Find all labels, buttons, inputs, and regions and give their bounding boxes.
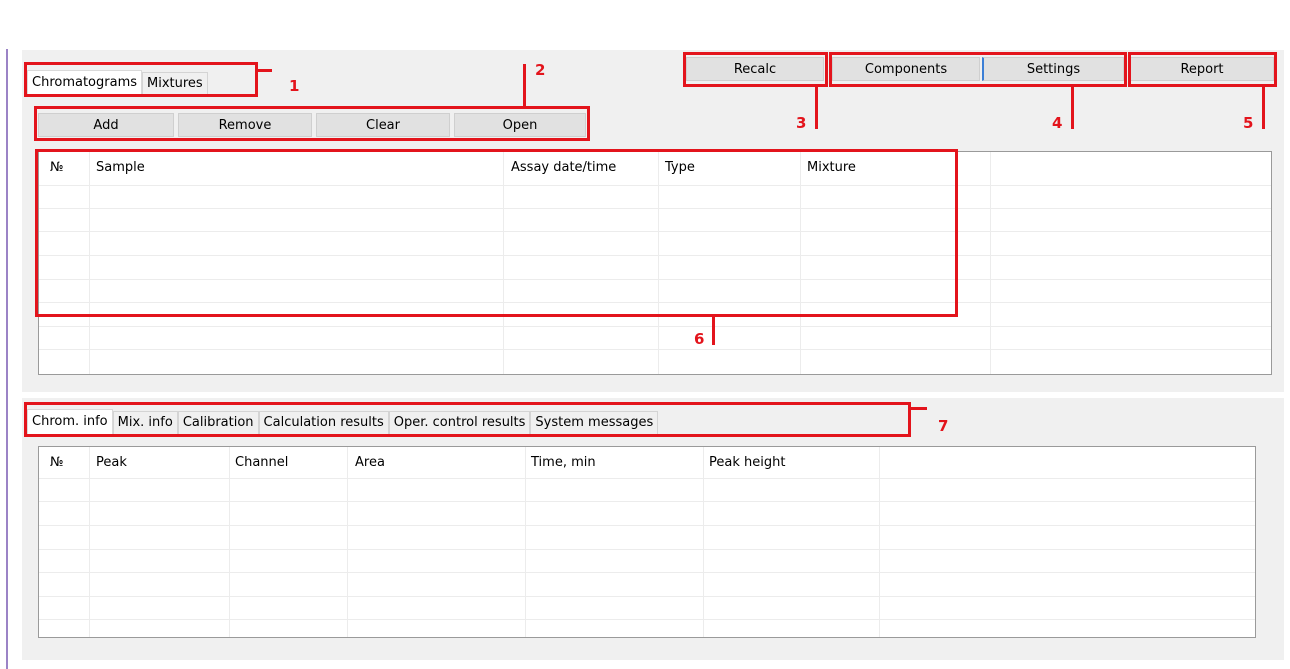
annotation-leader	[712, 317, 715, 345]
column-header-peak-height[interactable]: Peak height	[709, 455, 785, 470]
column-divider	[525, 447, 704, 637]
row-divider	[39, 572, 1255, 573]
annotation-label-1: 1	[289, 77, 300, 95]
annotation-leader	[1071, 87, 1074, 129]
column-header-number[interactable]: №	[50, 455, 64, 470]
row-divider	[39, 501, 1255, 502]
annotation-box-5	[1128, 52, 1277, 87]
row-divider	[39, 525, 1255, 526]
app-window: Chromatograms Mixtures Add Remove Clear …	[0, 0, 1290, 669]
annotation-box-6	[35, 149, 958, 317]
column-divider	[39, 447, 90, 637]
annotation-label-6: 6	[694, 330, 705, 348]
annotation-box-1	[24, 62, 258, 97]
column-divider	[89, 447, 230, 637]
row-divider	[39, 349, 1271, 350]
annotation-label-2: 2	[535, 61, 546, 79]
annotation-leader	[911, 407, 927, 410]
column-header-area[interactable]: Area	[355, 455, 385, 470]
column-header-channel[interactable]: Channel	[235, 455, 288, 470]
column-header-peak[interactable]: Peak	[96, 455, 127, 470]
annotation-box-3	[683, 52, 828, 87]
row-divider	[39, 596, 1255, 597]
annotation-label-7: 7	[938, 417, 949, 435]
annotation-label-4: 4	[1052, 114, 1063, 132]
column-divider	[229, 447, 348, 637]
row-divider	[39, 478, 1255, 479]
row-divider	[39, 549, 1255, 550]
column-divider	[347, 447, 526, 637]
annotation-leader	[258, 69, 272, 72]
annotation-box-2	[34, 106, 590, 141]
column-divider	[703, 447, 880, 637]
annotation-leader	[523, 64, 526, 107]
row-divider	[39, 326, 1271, 327]
peaks-table[interactable]: № Peak Channel Area Time, min Peak heigh…	[38, 446, 1256, 638]
row-divider	[39, 619, 1255, 620]
annotation-leader	[815, 87, 818, 129]
annotation-leader	[1262, 87, 1265, 129]
window-left-border	[6, 49, 8, 669]
annotation-box-4	[829, 52, 1127, 87]
column-header-time[interactable]: Time, min	[531, 455, 596, 470]
annotation-label-5: 5	[1243, 114, 1254, 132]
annotation-label-3: 3	[796, 114, 807, 132]
annotation-box-7	[24, 402, 911, 437]
